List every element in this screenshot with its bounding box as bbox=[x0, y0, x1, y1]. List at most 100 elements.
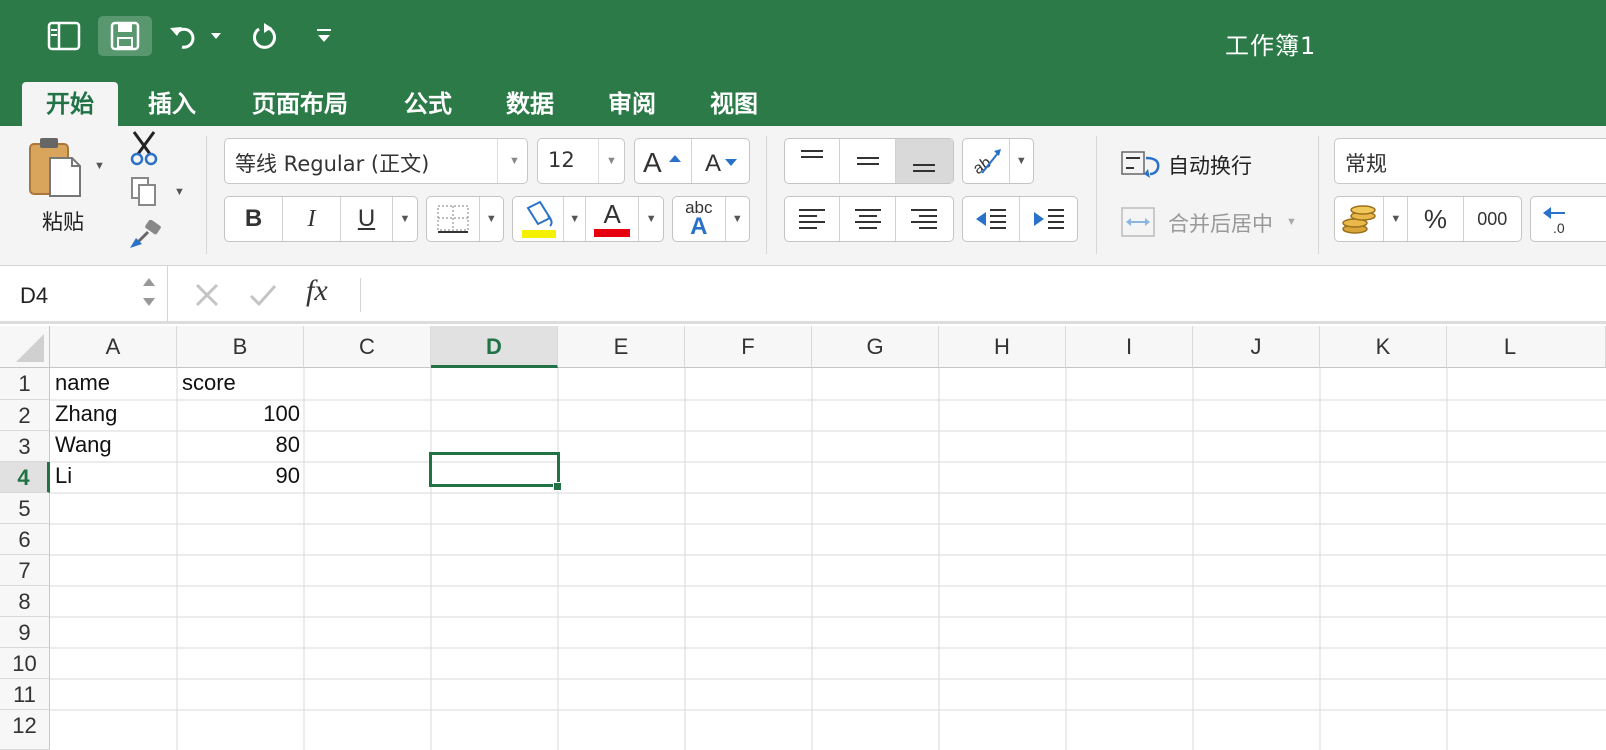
font-color-button[interactable]: A bbox=[586, 197, 640, 241]
increase-font-size-button[interactable]: A bbox=[635, 139, 693, 183]
cell-a4[interactable]: Li bbox=[55, 463, 72, 489]
row-header-5[interactable]: 5 bbox=[0, 493, 50, 524]
font-name-select[interactable]: 等线 Regular (正文) ▼ bbox=[224, 138, 528, 184]
window-title: 工作簿1 bbox=[1225, 32, 1317, 60]
paste-dropdown-icon[interactable]: ▼ bbox=[94, 160, 105, 172]
cell-b4[interactable]: 90 bbox=[276, 463, 300, 489]
merge-dropdown-icon[interactable]: ▼ bbox=[1286, 216, 1297, 228]
column-header-k[interactable]: K bbox=[1320, 326, 1447, 368]
font-size-select[interactable]: 12 ▼ bbox=[537, 138, 625, 184]
row-header-12[interactable]: 12 bbox=[0, 710, 50, 750]
row-header-11[interactable]: 11 bbox=[0, 679, 50, 710]
borders-dropdown-icon[interactable]: ▼ bbox=[480, 197, 503, 241]
format-painter-icon[interactable] bbox=[128, 219, 164, 252]
number-format-select[interactable]: 常规 bbox=[1334, 138, 1606, 184]
phonetic-dropdown-icon[interactable]: ▼ bbox=[726, 197, 749, 241]
redo-icon bbox=[252, 23, 276, 49]
decrease-font-size-button[interactable]: A bbox=[692, 139, 749, 183]
chevron-down-icon: ▼ bbox=[509, 155, 520, 167]
cell-b1[interactable]: score bbox=[182, 370, 236, 396]
row-header-3[interactable]: 3 bbox=[0, 431, 50, 462]
fill-handle[interactable] bbox=[553, 482, 562, 491]
align-top-button[interactable] bbox=[785, 139, 841, 183]
cut-icon[interactable] bbox=[128, 130, 162, 166]
paste-button[interactable] bbox=[22, 134, 92, 204]
row-header-6[interactable]: 6 bbox=[0, 524, 50, 555]
tab-view[interactable]: 视图 bbox=[686, 82, 782, 126]
percent-style-button[interactable]: % bbox=[1408, 197, 1464, 241]
accounting-format-button[interactable] bbox=[1335, 197, 1385, 241]
italic-button[interactable]: I bbox=[283, 197, 341, 241]
tab-page-layout[interactable]: 页面布局 bbox=[228, 82, 372, 126]
cell-b2[interactable]: 100 bbox=[263, 401, 300, 427]
undo-dropdown-icon[interactable] bbox=[206, 16, 226, 56]
paste-label: 粘贴 bbox=[42, 210, 84, 234]
accounting-dropdown-icon[interactable]: ▼ bbox=[1384, 197, 1409, 241]
decrease-indent-button[interactable] bbox=[963, 197, 1021, 241]
underline-button[interactable]: U bbox=[341, 197, 393, 241]
tab-data[interactable]: 数据 bbox=[482, 82, 578, 126]
row-header-7[interactable]: 7 bbox=[0, 555, 50, 586]
row-header-2[interactable]: 2 bbox=[0, 400, 50, 431]
tab-review[interactable]: 审阅 bbox=[584, 82, 680, 126]
fill-color-button[interactable] bbox=[513, 197, 565, 241]
column-header-b[interactable]: B bbox=[177, 326, 304, 368]
sidebar-toggle-icon[interactable] bbox=[44, 16, 84, 56]
copy-dropdown-icon[interactable]: ▼ bbox=[174, 186, 185, 198]
column-header-l[interactable]: L bbox=[1447, 326, 1606, 368]
column-header-d[interactable]: D bbox=[431, 326, 558, 368]
borders-button[interactable]: ▼ bbox=[426, 196, 504, 242]
column-header-e[interactable]: E bbox=[558, 326, 685, 368]
row-header-1[interactable]: 1 bbox=[0, 368, 50, 400]
wrap-text-button[interactable]: 自动换行 bbox=[1120, 146, 1306, 182]
comma-style-button[interactable]: 000 bbox=[1464, 197, 1521, 241]
tab-formulas[interactable]: 公式 bbox=[380, 82, 476, 126]
phonetic-button[interactable]: abc A ▼ bbox=[672, 196, 750, 242]
insert-function-button[interactable]: fx bbox=[306, 274, 328, 308]
orientation-dropdown-icon[interactable]: ▼ bbox=[1010, 139, 1033, 183]
row-header-10[interactable]: 10 bbox=[0, 648, 50, 679]
bold-button[interactable]: B bbox=[225, 197, 283, 241]
active-cell-d4[interactable] bbox=[429, 452, 560, 487]
align-right-icon bbox=[911, 209, 938, 229]
cell-a2[interactable]: Zhang bbox=[55, 401, 117, 427]
fill-color-dropdown-icon[interactable]: ▼ bbox=[564, 197, 587, 241]
cell-a1[interactable]: name bbox=[55, 370, 110, 396]
column-header-a[interactable]: A bbox=[50, 326, 177, 368]
align-left-button[interactable] bbox=[785, 197, 841, 241]
merge-center-button[interactable]: 合并后居中 ▼ bbox=[1120, 204, 1306, 240]
name-box[interactable]: D4 bbox=[0, 266, 168, 322]
worksheet-grid[interactable]: A B C D E F G H I J K L 1 2 3 4 5 6 7 8 … bbox=[0, 326, 1606, 750]
increase-indent-button[interactable] bbox=[1020, 197, 1077, 241]
column-header-c[interactable]: C bbox=[304, 326, 431, 368]
align-middle-button[interactable] bbox=[840, 139, 896, 183]
row-header-8[interactable]: 8 bbox=[0, 586, 50, 617]
select-all-button[interactable] bbox=[0, 326, 50, 368]
underline-dropdown-icon[interactable]: ▼ bbox=[393, 197, 417, 241]
align-right-button[interactable] bbox=[896, 197, 953, 241]
tab-insert[interactable]: 插入 bbox=[124, 82, 220, 126]
column-header-i[interactable]: I bbox=[1066, 326, 1193, 368]
column-header-j[interactable]: J bbox=[1193, 326, 1320, 368]
orientation-button[interactable]: ab ▼ bbox=[962, 138, 1034, 184]
undo-button[interactable] bbox=[164, 16, 204, 56]
confirm-formula-icon[interactable] bbox=[246, 278, 280, 312]
increase-decimal-button[interactable]: .0 bbox=[1530, 196, 1606, 242]
column-header-g[interactable]: G bbox=[812, 326, 939, 368]
row-header-4[interactable]: 4 bbox=[0, 462, 50, 493]
align-center-button[interactable] bbox=[840, 197, 896, 241]
row-header-9[interactable]: 9 bbox=[0, 617, 50, 648]
formula-input[interactable] bbox=[370, 272, 1606, 316]
column-header-f[interactable]: F bbox=[685, 326, 812, 368]
redo-button[interactable] bbox=[246, 16, 282, 56]
font-color-dropdown-icon[interactable]: ▼ bbox=[639, 197, 663, 241]
cell-b3[interactable]: 80 bbox=[276, 432, 300, 458]
cancel-formula-icon[interactable] bbox=[190, 278, 224, 312]
column-header-h[interactable]: H bbox=[939, 326, 1066, 368]
tab-home[interactable]: 开始 bbox=[22, 82, 118, 126]
cell-a3[interactable]: Wang bbox=[55, 432, 112, 458]
customize-toolbar-icon[interactable] bbox=[312, 16, 336, 56]
align-bottom-button[interactable] bbox=[895, 139, 953, 183]
copy-icon[interactable] bbox=[130, 176, 160, 208]
save-button[interactable] bbox=[98, 16, 152, 56]
